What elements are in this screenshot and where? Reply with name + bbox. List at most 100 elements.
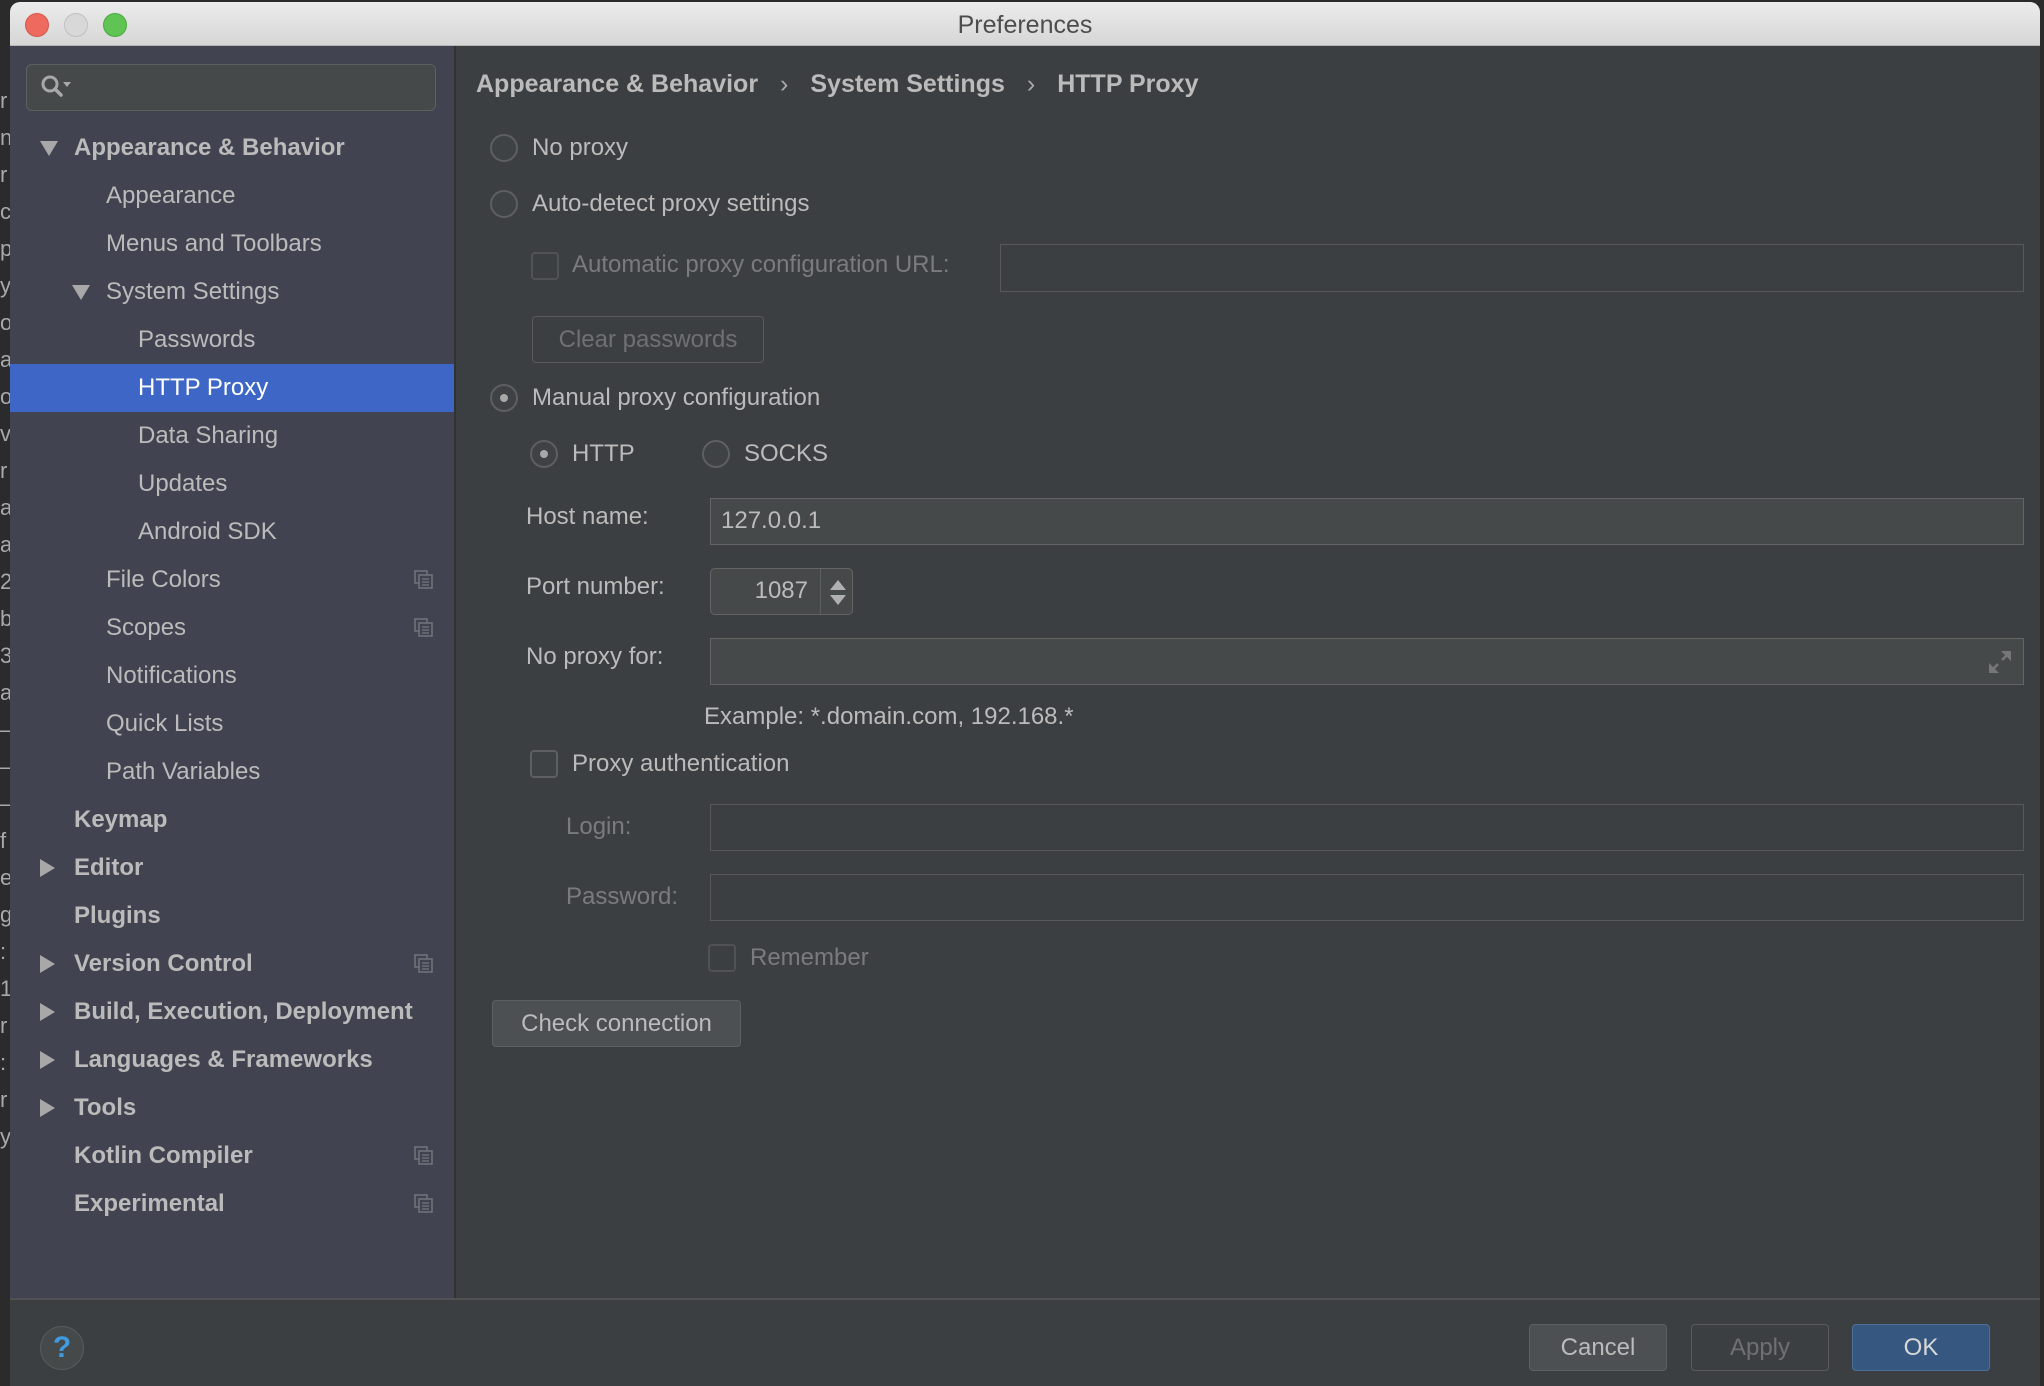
sidebar-item[interactable]: Notifications [10, 652, 454, 700]
sidebar-item-label: Passwords [138, 326, 256, 353]
host-name-input[interactable]: 127.0.0.1 [710, 498, 2024, 545]
no-proxy-example-text: Example: *.domain.com, 192.168.* [704, 703, 1074, 730]
proxy-authentication-checkbox[interactable] [530, 750, 558, 778]
check-connection-button[interactable]: Check connection [492, 1000, 741, 1047]
title-bar: Preferences [10, 2, 2040, 46]
auto-config-url-checkbox[interactable] [531, 252, 559, 280]
sidebar-item[interactable]: Updates [10, 460, 454, 508]
chevron-right-icon[interactable] [40, 1051, 55, 1069]
chevron-down-icon[interactable] [40, 141, 58, 156]
sidebar-item[interactable]: Plugins [10, 892, 454, 940]
sidebar-item-label: Kotlin Compiler [74, 1142, 253, 1169]
http-type-radio[interactable] [530, 440, 558, 468]
sidebar-item[interactable]: Menus and Toolbars [10, 220, 454, 268]
sidebar-item[interactable]: Version Control [10, 940, 454, 988]
sidebar-item[interactable]: Appearance & Behavior [10, 124, 454, 172]
sidebar-item-label: Tools [74, 1094, 137, 1121]
sidebar-item[interactable]: Appearance [10, 172, 454, 220]
sidebar-item[interactable]: Data Sharing [10, 412, 454, 460]
auto-detect-label: Auto-detect proxy settings [532, 190, 810, 217]
chevron-right-icon[interactable] [40, 1003, 55, 1021]
password-input[interactable] [710, 874, 2024, 921]
chevron-down-icon[interactable] [72, 285, 90, 300]
clear-passwords-button[interactable]: Clear passwords [532, 316, 764, 363]
sidebar-item[interactable]: System Settings [10, 268, 454, 316]
sidebar-item-label: File Colors [106, 566, 221, 593]
sidebar-item-label: Experimental [74, 1190, 225, 1217]
socks-type-label: SOCKS [744, 440, 829, 467]
sidebar-item[interactable]: Scopes [10, 604, 454, 652]
sidebar-item[interactable]: Passwords [10, 316, 454, 364]
auto-detect-radio[interactable] [490, 190, 518, 218]
settings-search-input[interactable] [26, 64, 436, 111]
settings-tree: Appearance & Behavior Appearance Menus and… [10, 124, 454, 1228]
search-icon [41, 75, 71, 97]
port-number-label: Port number: [526, 573, 665, 600]
sidebar-item[interactable]: Experimental [10, 1180, 454, 1228]
breadcrumb-item: HTTP Proxy [1057, 70, 1199, 98]
sidebar-item[interactable]: Path Variables [10, 748, 454, 796]
http-proxy-panel: Appearance & Behavior › System Settings › HT… [456, 46, 2040, 1298]
auto-config-url-input[interactable] [1000, 244, 2024, 292]
chevron-right-icon[interactable] [40, 955, 55, 973]
proxy-authentication-label: Proxy authentication [572, 750, 790, 777]
host-name-label: Host name: [526, 503, 649, 530]
sidebar-item-label: Path Variables [106, 758, 261, 785]
sidebar-item-label: Editor [74, 854, 144, 881]
spinner-up-icon[interactable] [830, 580, 846, 590]
sidebar-item-label: Android SDK [138, 518, 277, 545]
sidebar-item-label: Appearance & Behavior [74, 134, 345, 161]
project-settings-icon [414, 570, 433, 589]
spinner-divider [820, 569, 821, 614]
sidebar-item-label: Languages & Frameworks [74, 1046, 373, 1073]
expand-icon[interactable] [1987, 649, 2013, 675]
login-input[interactable] [710, 804, 2024, 851]
ok-button[interactable]: OK [1852, 1324, 1990, 1371]
project-settings-icon [414, 618, 433, 637]
sidebar-item[interactable]: HTTP Proxy [10, 364, 454, 412]
breadcrumb-separator-icon: › [1026, 70, 1036, 98]
help-icon[interactable]: ? [40, 1326, 84, 1370]
sidebar-item-label: Quick Lists [106, 710, 224, 737]
sidebar-item-label: System Settings [106, 278, 280, 305]
sidebar-item[interactable]: Languages & Frameworks [10, 1036, 454, 1084]
socks-type-radio[interactable] [702, 440, 730, 468]
remember-checkbox[interactable] [708, 944, 736, 972]
breadcrumb-separator-icon: › [780, 70, 789, 98]
sidebar-item-label: Menus and Toolbars [106, 230, 322, 257]
sidebar-item-label: Build, Execution, Deployment [74, 998, 413, 1025]
sidebar-item[interactable]: Editor [10, 844, 454, 892]
sidebar-item-label: Data Sharing [138, 422, 279, 449]
preferences-window: Preferences Appearance & Behavior Appeara… [10, 2, 2040, 1386]
project-settings-icon [414, 954, 433, 973]
no-proxy-for-input[interactable] [710, 638, 2024, 685]
chevron-right-icon[interactable] [40, 1099, 55, 1117]
manual-proxy-label: Manual proxy configuration [532, 384, 821, 411]
sidebar-item[interactable]: Quick Lists [10, 700, 454, 748]
breadcrumb-item: Appearance & Behavior [476, 70, 759, 98]
apply-button[interactable]: Apply [1691, 1324, 1829, 1371]
cancel-button[interactable]: Cancel [1529, 1324, 1667, 1371]
auto-config-url-label: Automatic proxy configuration URL: [572, 251, 950, 278]
sidebar-item[interactable]: File Colors [10, 556, 454, 604]
window-title: Preferences [957, 11, 1093, 39]
project-settings-icon [414, 1194, 433, 1213]
sidebar-item[interactable]: Kotlin Compiler [10, 1132, 454, 1180]
sidebar-item[interactable]: Tools [10, 1084, 454, 1132]
spinner-down-icon[interactable] [830, 595, 846, 605]
chevron-right-icon[interactable] [40, 859, 55, 877]
sidebar-item[interactable]: Keymap [10, 796, 454, 844]
sidebar-item-label: Scopes [106, 614, 187, 641]
settings-sidebar: Appearance & Behavior Appearance Menus and… [10, 46, 456, 1298]
sidebar-item-label: Plugins [74, 902, 161, 929]
no-proxy-radio[interactable] [490, 134, 518, 162]
sidebar-item[interactable]: Android SDK [10, 508, 454, 556]
sidebar-item[interactable]: Build, Execution, Deployment [10, 988, 454, 1036]
http-type-label: HTTP [572, 440, 635, 467]
sidebar-item-label: Version Control [74, 950, 253, 977]
sidebar-item-label: Keymap [74, 806, 168, 833]
port-number-spinner[interactable]: 1087 [710, 568, 853, 615]
port-number-value: 1087 [754, 577, 808, 604]
manual-proxy-radio[interactable] [490, 384, 518, 412]
remember-label: Remember [750, 944, 869, 971]
